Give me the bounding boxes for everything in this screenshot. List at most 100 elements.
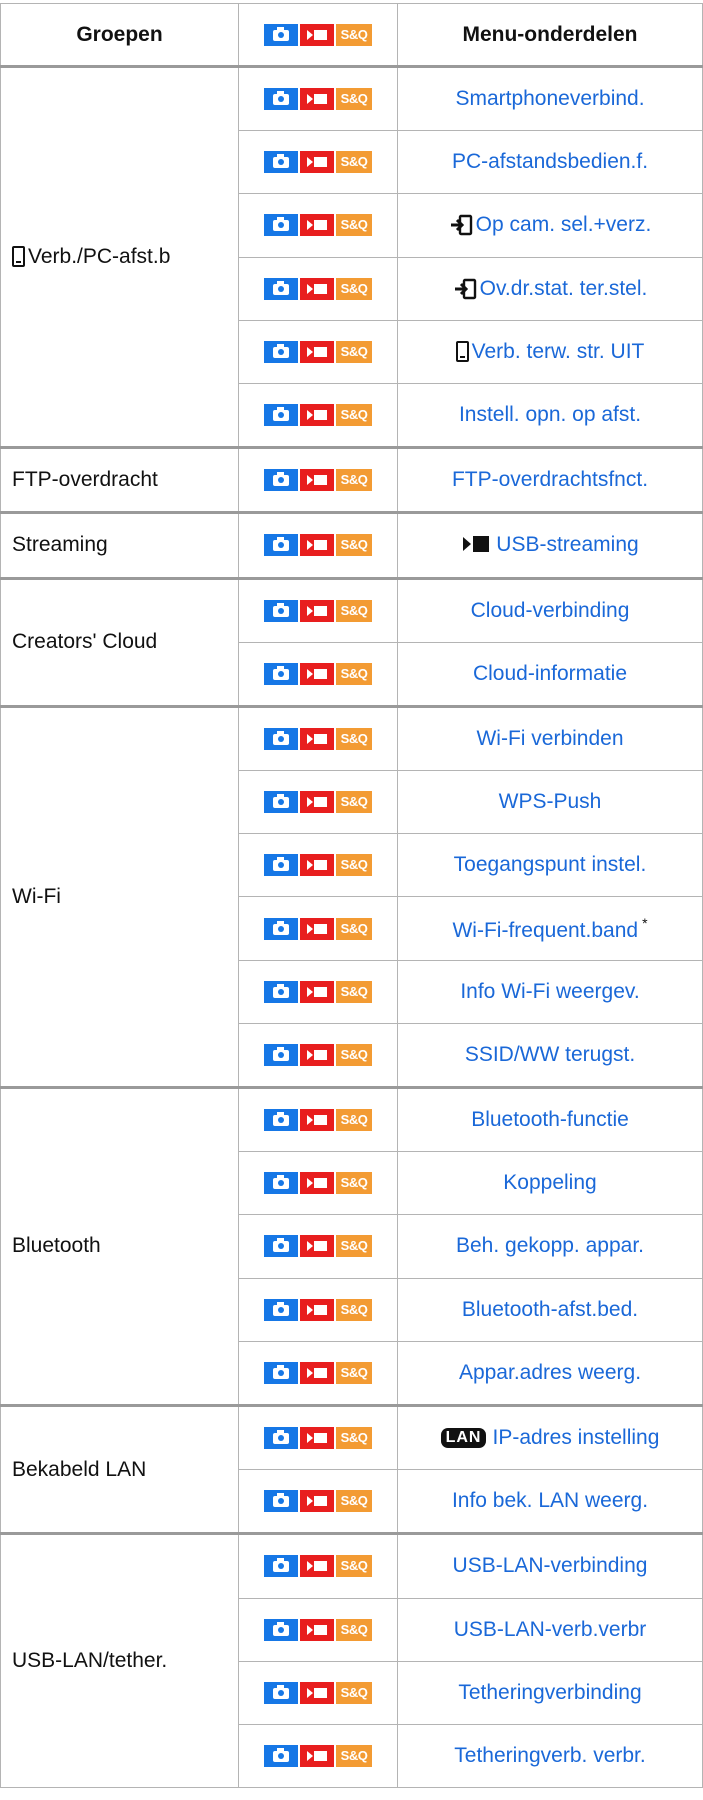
mode-icons: S&Q <box>264 1298 372 1321</box>
menu-item-link[interactable]: WPS-Push <box>499 790 602 813</box>
mode-icons: S&Q <box>264 917 372 940</box>
movie-icon <box>300 1361 334 1384</box>
menu-item-link[interactable]: Instell. opn. op afst. <box>459 403 641 426</box>
menu-item-cell: WPS-Push <box>397 770 703 835</box>
sq-mode-icon: S&Q <box>336 1172 372 1195</box>
menu-item-cell: Tetheringverb. verbr. <box>397 1723 703 1789</box>
movie-icon <box>300 1555 334 1578</box>
camera-icon <box>264 404 298 427</box>
menu-item-link[interactable]: IP-adres instelling <box>492 1426 659 1449</box>
menu-item-link[interactable]: Tetheringverbinding <box>458 1681 641 1704</box>
camera-icon <box>264 151 298 174</box>
mode-icons: S&Q <box>264 1744 372 1767</box>
menu-item-cell: Tetheringverbinding <box>397 1660 703 1725</box>
menu-item-cell: FTP-overdrachtsfnct. <box>397 446 703 514</box>
camera-icon <box>264 854 298 877</box>
menu-item-link[interactable]: Op cam. sel.+verz. <box>476 213 652 236</box>
modes-cell: S&Q <box>238 1597 398 1662</box>
menu-item-cell: Ov.dr.stat. ter.stel. <box>397 256 703 321</box>
menu-item-link[interactable]: Verb. terw. str. UIT <box>472 340 645 363</box>
menu-item-link[interactable]: Info bek. LAN weerg. <box>452 1489 648 1512</box>
transfer-icon <box>450 215 472 236</box>
mode-icons: S&Q <box>264 469 372 492</box>
menu-item-link[interactable]: Smartphoneverbind. <box>455 87 644 110</box>
camera-icon <box>264 1555 298 1578</box>
modes-cell: S&Q <box>238 1469 398 1535</box>
camera-icon <box>264 277 298 300</box>
menu-item-link[interactable]: FTP-overdrachtsfnct. <box>452 468 648 491</box>
menu-item-cell: USB-streaming <box>397 511 703 579</box>
mode-icons: S&Q <box>264 727 372 750</box>
menu-item-link[interactable]: Cloud-informatie <box>473 662 627 685</box>
menu-body: Verb./PC-afst.b S&Q Smartphoneverbind. S&Q P… <box>0 64 703 1789</box>
group-cell: Streaming <box>0 511 239 579</box>
movie-icon <box>300 1618 334 1641</box>
group-label: Creators' Cloud <box>12 630 158 654</box>
menu-item-cell: Toegangspunt instel. <box>397 833 703 898</box>
movie-icon <box>300 469 334 492</box>
modes-cell: S&Q <box>238 319 398 384</box>
modes-cell: S&Q <box>238 896 398 961</box>
sq-mode-icon: S&Q <box>336 214 372 237</box>
menu-item-link[interactable]: USB-LAN-verbinding <box>453 1554 648 1577</box>
modes-cell: S&Q <box>238 1723 398 1789</box>
modes-cell: S&Q <box>238 130 398 195</box>
menu-item-link[interactable]: PC-afstandsbedien.f. <box>452 150 648 173</box>
modes-cell: S&Q <box>238 382 398 449</box>
mode-icons: S&Q <box>264 88 372 111</box>
table-row: Bluetooth S&Q Bluetooth-functie <box>0 1085 703 1406</box>
menu-item-link[interactable]: Wi-Fi-frequent.band <box>452 919 638 942</box>
camera-icon <box>264 469 298 492</box>
menu-item-link[interactable]: USB-streaming <box>496 533 638 556</box>
movie-icon <box>300 1744 334 1767</box>
menu-item-link[interactable]: Info Wi-Fi weergev. <box>460 980 639 1003</box>
mode-icons: S&Q <box>264 1555 372 1578</box>
group-label: FTP-overdracht <box>12 468 158 492</box>
movie-icon <box>300 980 334 1003</box>
menu-item-link[interactable]: Beh. gekopp. appar. <box>456 1234 644 1257</box>
mode-icons: S&Q <box>264 1172 372 1195</box>
sq-mode-icon: S&Q <box>336 1618 372 1641</box>
menu-item-link[interactable]: Tetheringverb. verbr. <box>454 1744 645 1767</box>
modes-cell: S&Q <box>238 1532 398 1599</box>
menu-item-link[interactable]: SSID/WW terugst. <box>465 1043 635 1066</box>
movie-icon <box>300 277 334 300</box>
table-row: Bekabeld LAN S&Q LAN IP-adres instelling <box>0 1403 703 1535</box>
modes-cell: S&Q <box>238 1022 398 1089</box>
menu-item-cell: Instell. opn. op afst. <box>397 382 703 449</box>
menu-item-cell: PC-afstandsbedien.f. <box>397 130 703 195</box>
sq-mode-icon: S&Q <box>336 1555 372 1578</box>
sq-mode-icon: S&Q <box>336 1744 372 1767</box>
camera-icon <box>264 1172 298 1195</box>
menu-item-link[interactable]: Wi-Fi verbinden <box>476 727 623 750</box>
menu-item-link[interactable]: USB-LAN-verb.verbr <box>454 1618 647 1641</box>
menu-item-link[interactable]: Bluetooth-afst.bed. <box>462 1298 638 1321</box>
movie-icon <box>300 214 334 237</box>
camera-icon <box>264 1361 298 1384</box>
group-label: Streaming <box>12 533 108 557</box>
menu-item-link[interactable]: Ov.dr.stat. ter.stel. <box>480 277 648 300</box>
group-label: Wi-Fi <box>12 884 61 908</box>
camera-icon <box>264 88 298 111</box>
modes-cell: S&Q <box>238 1660 398 1725</box>
camera-icon <box>264 727 298 750</box>
menu-item-link[interactable]: Koppeling <box>503 1171 596 1194</box>
mode-icons: S&Q <box>264 980 372 1003</box>
movie-icon <box>300 662 334 685</box>
menu-item-link[interactable]: Appar.adres weerg. <box>459 1361 641 1384</box>
smartphone-icon <box>455 340 469 362</box>
camera-icon <box>264 599 298 622</box>
menu-item-link[interactable]: Toegangspunt instel. <box>454 853 647 876</box>
camera-icon <box>264 1618 298 1641</box>
menu-item-link[interactable]: Bluetooth-functie <box>471 1108 629 1131</box>
menu-item-cell: Koppeling <box>397 1151 703 1216</box>
sq-mode-icon: S&Q <box>336 534 372 557</box>
mode-icons: S&Q <box>264 1235 372 1258</box>
camera-icon <box>264 917 298 940</box>
modes-cell: S&Q <box>238 193 398 258</box>
table-row: Wi-Fi S&Q Wi-Fi verbinden <box>0 704 703 1089</box>
camera-icon <box>264 1109 298 1132</box>
sq-mode-icon: S&Q <box>336 1361 372 1384</box>
sq-mode-icon: S&Q <box>336 1043 372 1066</box>
menu-item-link[interactable]: Cloud-verbinding <box>471 599 630 622</box>
